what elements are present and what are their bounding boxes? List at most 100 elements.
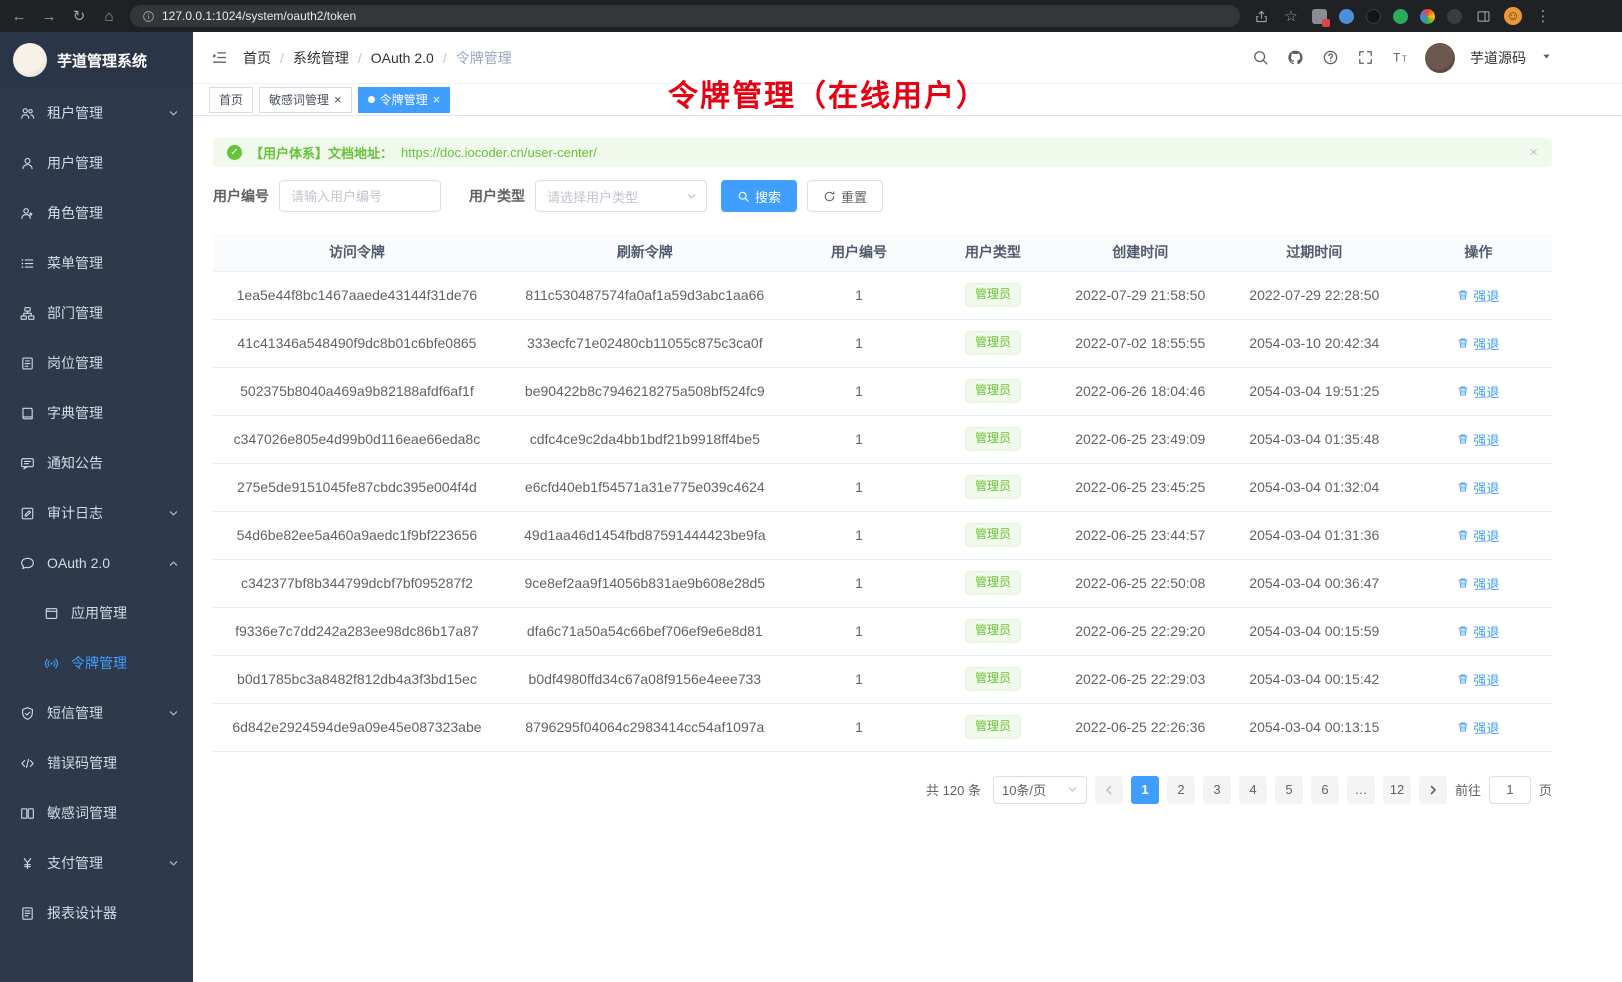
font-size-icon[interactable]: TT (1390, 48, 1410, 68)
force-logout-button[interactable]: 强退 (1457, 478, 1499, 497)
force-logout-button[interactable]: 强退 (1457, 334, 1499, 353)
extension-icon[interactable] (1393, 9, 1408, 24)
page-button-12[interactable]: 12 (1383, 776, 1411, 804)
close-icon[interactable]: × (334, 93, 342, 106)
chevron-down-icon (686, 191, 697, 202)
sidebar-item-tenant[interactable]: 租户管理 (0, 88, 193, 138)
page-button-5[interactable]: 5 (1275, 776, 1303, 804)
username[interactable]: 芋道源码 (1470, 48, 1526, 68)
sidebar-item-dict[interactable]: 字典管理 (0, 388, 193, 438)
sidebar-item-audit[interactable]: 审计日志 (0, 488, 193, 538)
page-size-select[interactable]: 10条/页 (993, 776, 1087, 804)
help-icon[interactable] (1320, 48, 1340, 68)
force-logout-button[interactable]: 强退 (1457, 526, 1499, 545)
force-logout-button[interactable]: 强退 (1457, 574, 1499, 593)
extension-icon[interactable] (1420, 9, 1435, 24)
delete-icon (1457, 721, 1469, 733)
fullscreen-icon[interactable] (1355, 48, 1375, 68)
sidebar-item-menu[interactable]: 菜单管理 (0, 238, 193, 288)
breadcrumb-item[interactable]: OAuth 2.0 (371, 50, 434, 66)
bookmark-star-icon[interactable]: ☆ (1282, 7, 1300, 25)
github-icon[interactable] (1285, 48, 1305, 68)
next-page-button[interactable] (1419, 776, 1447, 804)
forward-icon[interactable]: → (40, 7, 58, 25)
app-logo[interactable]: 芋道管理系统 (0, 32, 193, 88)
sidebar-item-oauth-app[interactable]: 应用管理 (0, 588, 193, 638)
access-token-cell: 54d6be82ee5a460a9aedc1f9bf223656 (213, 511, 501, 559)
profile-avatar[interactable]: ☺ (1504, 7, 1522, 25)
extension-icon[interactable] (1366, 9, 1381, 24)
force-logout-button[interactable]: 强退 (1457, 382, 1499, 401)
sidebar-item-role[interactable]: 角色管理 (0, 188, 193, 238)
tab-sensitive[interactable]: 敏感词管理× (259, 87, 352, 113)
force-logout-button[interactable]: 强退 (1457, 286, 1499, 305)
sidebar-item-notice[interactable]: 通知公告 (0, 438, 193, 488)
breadcrumb-item[interactable]: 系统管理 (293, 48, 349, 68)
search-button[interactable]: 搜索 (721, 180, 797, 212)
breadcrumb-item[interactable]: 首页 (243, 48, 271, 68)
user-type-cell: 管理员 (929, 655, 1056, 703)
extension-icon[interactable] (1447, 9, 1462, 24)
reset-button[interactable]: 重置 (807, 180, 883, 212)
filter-form: 用户编号 用户类型 请选择用户类型 搜索 重置 (213, 180, 1552, 212)
page-button-4[interactable]: 4 (1239, 776, 1267, 804)
access-token-cell: 41c41346a548490f9dc8b01c6bfe0865 (213, 319, 501, 367)
extension-icon[interactable] (1339, 9, 1354, 24)
breadcrumb: 首页/系统管理/OAuth 2.0/令牌管理 (243, 48, 512, 68)
sidebar-item-report[interactable]: 报表设计器 (0, 888, 193, 938)
user-id-input[interactable] (279, 180, 441, 212)
user-id-cell: 1 (789, 703, 930, 751)
force-logout-button[interactable]: 强退 (1457, 430, 1499, 449)
user-id-cell: 1 (789, 367, 930, 415)
expire-time-cell: 2054-03-10 20:42:34 (1224, 319, 1405, 367)
browser-menu-icon[interactable]: ⋮ (1534, 7, 1552, 25)
close-icon[interactable]: × (1529, 144, 1538, 161)
info-icon[interactable] (142, 7, 155, 25)
alert-doc-link[interactable]: https://doc.iocoder.cn/user-center/ (401, 145, 597, 160)
sidebar-item-pay[interactable]: 支付管理 (0, 838, 193, 888)
goto-page-input[interactable] (1489, 776, 1531, 804)
close-icon[interactable]: × (433, 93, 441, 106)
tab-token[interactable]: 令牌管理× (358, 87, 451, 113)
force-logout-label: 强退 (1473, 286, 1499, 305)
user-avatar[interactable] (1425, 43, 1455, 73)
page-button-2[interactable]: 2 (1167, 776, 1195, 804)
sidebar-item-label: OAuth 2.0 (47, 555, 110, 571)
search-icon[interactable] (1250, 48, 1270, 68)
force-logout-button[interactable]: 强退 (1457, 622, 1499, 641)
sidebar-item-oauth[interactable]: OAuth 2.0 (0, 538, 193, 588)
extension-icon[interactable] (1312, 9, 1327, 24)
reload-icon[interactable]: ↻ (70, 7, 88, 25)
search-icon (737, 190, 750, 203)
sidebar-item-errcode[interactable]: 错误码管理 (0, 738, 193, 788)
column-header-0: 访问令牌 (213, 234, 501, 271)
page-button-1[interactable]: 1 (1131, 776, 1159, 804)
user-id-label: 用户编号 (213, 186, 269, 206)
table-row-8: b0d1785bc3a8482f812db4a3f3bd15ecb0df4980… (213, 655, 1552, 703)
page-button-6[interactable]: 6 (1311, 776, 1339, 804)
sidebar-item-oauth-token[interactable]: 令牌管理 (0, 638, 193, 688)
share-icon[interactable] (1252, 7, 1270, 25)
sidebar-item-sms[interactable]: 短信管理 (0, 688, 193, 738)
create-time-cell: 2022-07-29 21:58:50 (1057, 271, 1224, 319)
sidebar-item-sensitive[interactable]: 敏感词管理 (0, 788, 193, 838)
prev-page-button[interactable] (1095, 776, 1123, 804)
back-icon[interactable]: ← (10, 7, 28, 25)
force-logout-label: 强退 (1473, 670, 1499, 689)
user-type-select[interactable]: 请选择用户类型 (535, 180, 707, 212)
side-panel-icon[interactable] (1474, 7, 1492, 25)
refresh-token-cell: be90422b8c7946218275a508bf524fc9 (501, 367, 789, 415)
sidebar-item-post[interactable]: 岗位管理 (0, 338, 193, 388)
force-logout-button[interactable]: 强退 (1457, 718, 1499, 737)
sidebar-item-user[interactable]: 用户管理 (0, 138, 193, 188)
home-icon[interactable]: ⌂ (100, 7, 118, 25)
access-token-cell: 275e5de9151045fe87cbdc395e004f4d (213, 463, 501, 511)
menu-fold-icon[interactable] (209, 48, 229, 68)
tab-home[interactable]: 首页 (209, 87, 253, 113)
page-button-3[interactable]: 3 (1203, 776, 1231, 804)
more-pages-button[interactable]: … (1347, 776, 1375, 804)
sidebar-item-dept[interactable]: 部门管理 (0, 288, 193, 338)
goto-suffix: 页 (1539, 780, 1552, 799)
force-logout-button[interactable]: 强退 (1457, 670, 1499, 689)
url-bar[interactable]: 127.0.0.1:1024/system/oauth2/token (130, 5, 1240, 27)
